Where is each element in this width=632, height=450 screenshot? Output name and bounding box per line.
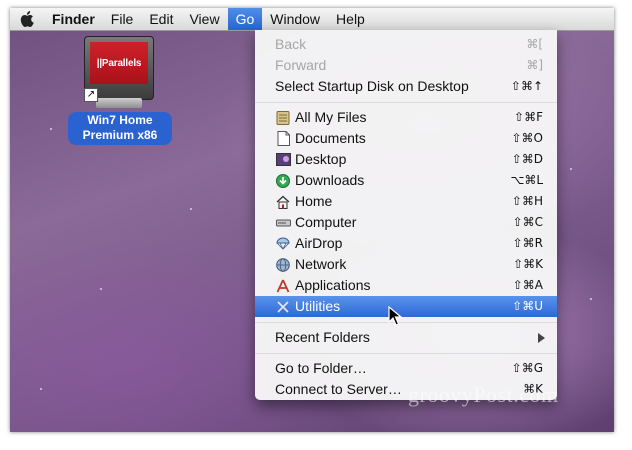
go-menu: Back ⌘[ Forward ⌘] Select Startup Disk o…: [255, 30, 557, 400]
menu-item-shortcut: ⇧⌘O: [511, 131, 544, 145]
menu-item-shortcut: ⇧⌘↑: [510, 79, 543, 93]
menu-item-label: Applications: [295, 277, 371, 293]
menu-item-label: All My Files: [295, 109, 367, 125]
menu-item-applications[interactable]: Applications ⇧⌘A: [255, 275, 557, 296]
network-icon: [275, 257, 291, 273]
menu-item-shortcut: ⇧⌘G: [511, 361, 543, 375]
menu-item-label: Back: [275, 36, 307, 52]
menu-item-label: Utilities: [295, 298, 341, 314]
menu-item-shortcut: ⇧⌘H: [511, 194, 543, 208]
monitor-stand: [96, 98, 142, 108]
menu-item-desktop[interactable]: Desktop ⇧⌘D: [255, 149, 557, 170]
parallels-logo: ||Parallels: [90, 42, 148, 84]
menu-item-label: Documents: [295, 130, 366, 146]
icon-label-line2: Premium x86: [82, 128, 158, 142]
menu-item-label: Recent Folders: [275, 329, 370, 345]
menu-item-shortcut: ⌘]: [526, 58, 543, 72]
all-my-files-icon: [275, 110, 291, 126]
menu-item-shortcut: ⇧⌘C: [512, 215, 543, 229]
menu-item-label: AirDrop: [295, 235, 343, 251]
menu-finder[interactable]: Finder: [44, 8, 103, 30]
menu-item-label: Go to Folder…: [275, 360, 367, 376]
watermark: groovyPost.com: [408, 382, 559, 407]
menu-separator: [255, 102, 557, 103]
documents-icon: [275, 131, 291, 147]
menu-help[interactable]: Help: [328, 8, 373, 30]
menu-item-label: Computer: [295, 214, 357, 230]
menu-item-select-startup-disk[interactable]: Select Startup Disk on Desktop ⇧⌘↑: [255, 76, 557, 97]
submenu-arrow-icon: [538, 332, 545, 343]
menu-item-shortcut: ⇧⌘D: [511, 152, 543, 166]
menu-item-shortcut: ⌥⌘L: [510, 173, 543, 187]
menu-file[interactable]: File: [103, 8, 142, 30]
desktop-icon-label: Win7 Home Premium x86: [68, 112, 172, 145]
menu-item-all-my-files[interactable]: All My Files ⇧⌘F: [255, 107, 557, 128]
home-icon: [275, 194, 291, 210]
menu-item-documents[interactable]: Documents ⇧⌘O: [255, 128, 557, 149]
menu-item-label: Network: [295, 256, 347, 272]
airdrop-icon: [275, 236, 291, 252]
menu-item-forward[interactable]: Forward ⌘]: [255, 55, 557, 76]
downloads-icon: [275, 173, 291, 189]
apple-menu[interactable]: [10, 11, 44, 27]
menu-item-back[interactable]: Back ⌘[: [255, 34, 557, 55]
menu-separator: [255, 322, 557, 323]
alias-arrow-icon: ↗: [84, 88, 98, 102]
apple-icon: [20, 11, 34, 27]
menu-item-network[interactable]: Network ⇧⌘K: [255, 254, 557, 275]
menu-window[interactable]: Window: [262, 8, 328, 30]
menu-item-label: Home: [295, 193, 333, 209]
menu-item-label: Select Startup Disk on Desktop: [275, 78, 469, 94]
menu-item-label: Forward: [275, 57, 327, 73]
menu-go[interactable]: Go: [227, 8, 263, 30]
menu-item-shortcut: ⌘[: [526, 37, 543, 51]
menu-item-utilities[interactable]: Utilities ⇧⌘U: [255, 296, 557, 317]
menu-item-recent-folders[interactable]: Recent Folders: [255, 327, 557, 348]
menu-item-home[interactable]: Home ⇧⌘H: [255, 191, 557, 212]
icon-label-line1: Win7 Home: [87, 113, 153, 127]
menu-item-go-to-folder[interactable]: Go to Folder… ⇧⌘G: [255, 358, 557, 379]
utilities-icon: [275, 299, 291, 315]
menu-item-shortcut: ⇧⌘U: [512, 299, 543, 313]
desktop-screen: Finder File Edit View Go Window Help ||P…: [10, 8, 614, 432]
menu-item-downloads[interactable]: Downloads ⌥⌘L: [255, 170, 557, 191]
menu-item-computer[interactable]: Computer ⇧⌘C: [255, 212, 557, 233]
desktop-icon: [275, 152, 291, 168]
menu-item-label: Downloads: [295, 172, 365, 188]
mouse-cursor-icon: [388, 306, 402, 326]
menu-item-shortcut: ⇧⌘F: [514, 110, 543, 124]
menu-item-shortcut: ⇧⌘A: [512, 278, 543, 292]
menu-item-label: Desktop: [295, 151, 347, 167]
computer-icon: [275, 215, 291, 231]
menu-separator: [255, 353, 557, 354]
menu-bar: Finder File Edit View Go Window Help: [10, 8, 614, 31]
menu-item-shortcut: ⇧⌘R: [512, 236, 543, 250]
menu-item-shortcut: ⇧⌘K: [513, 257, 543, 271]
menu-edit[interactable]: Edit: [141, 8, 181, 30]
menu-item-airdrop[interactable]: AirDrop ⇧⌘R: [255, 233, 557, 254]
menu-view[interactable]: View: [181, 8, 227, 30]
applications-icon: [275, 278, 291, 294]
